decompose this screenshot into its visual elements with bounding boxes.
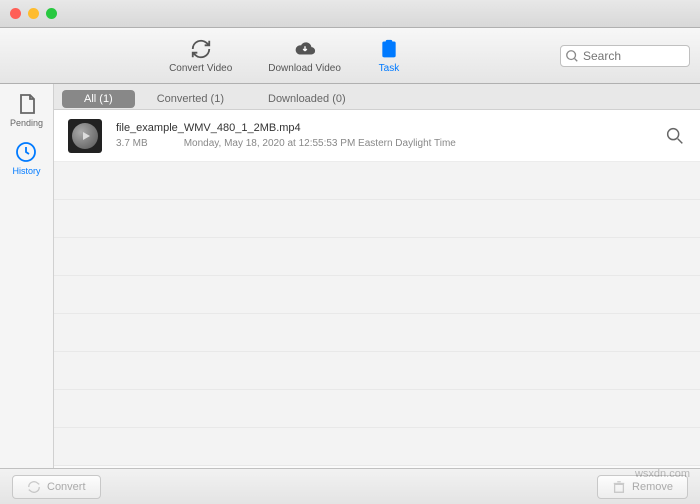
convert-button-label: Convert — [47, 481, 86, 493]
sidebar-history[interactable]: History — [12, 140, 40, 176]
sidebar-history-label: History — [12, 166, 40, 176]
convert-video-label: Convert Video — [169, 63, 232, 74]
document-icon — [15, 92, 39, 116]
file-name: file_example_WMV_480_1_2MB.mp4 — [116, 122, 664, 134]
search-icon — [565, 49, 579, 63]
remove-button-label: Remove — [632, 481, 673, 493]
file-thumbnail — [68, 119, 102, 153]
convert-button[interactable]: Convert — [12, 475, 101, 499]
empty-row — [54, 352, 700, 390]
file-date: Monday, May 18, 2020 at 12:55:53 PM East… — [184, 138, 456, 149]
file-list: file_example_WMV_480_1_2MB.mp4 3.7 MB Mo… — [54, 110, 700, 468]
empty-row — [54, 390, 700, 428]
empty-row — [54, 162, 700, 200]
empty-row — [54, 428, 700, 466]
sidebar: Pending History — [0, 84, 54, 468]
traffic-lights — [10, 8, 57, 19]
tab-converted[interactable]: Converted (1) — [135, 90, 246, 108]
download-cloud-icon — [293, 37, 317, 61]
file-info: file_example_WMV_480_1_2MB.mp4 3.7 MB Mo… — [116, 122, 664, 149]
play-icon — [72, 123, 98, 149]
close-window-button[interactable] — [10, 8, 21, 19]
file-size: 3.7 MB — [116, 138, 148, 149]
search-input[interactable] — [560, 45, 690, 67]
task-icon — [377, 37, 401, 61]
filter-tabs: All (1) Converted (1) Downloaded (0) — [54, 84, 700, 110]
convert-icon — [189, 37, 213, 61]
window-titlebar — [0, 0, 700, 28]
task-label: Task — [379, 63, 400, 74]
reveal-in-finder-icon[interactable] — [664, 125, 686, 147]
bottom-bar: Convert Remove — [0, 468, 700, 504]
task-button[interactable]: Task — [369, 33, 409, 78]
toolbar: Convert Video Download Video Task — [0, 28, 700, 84]
sidebar-pending[interactable]: Pending — [10, 92, 43, 128]
tab-all[interactable]: All (1) — [62, 90, 135, 108]
search-field-wrapper — [560, 45, 690, 67]
tab-downloaded[interactable]: Downloaded (0) — [246, 90, 368, 108]
file-row[interactable]: file_example_WMV_480_1_2MB.mp4 3.7 MB Mo… — [54, 110, 700, 162]
empty-row — [54, 238, 700, 276]
download-video-button[interactable]: Download Video — [260, 33, 349, 78]
convert-video-button[interactable]: Convert Video — [161, 33, 240, 78]
maximize-window-button[interactable] — [46, 8, 57, 19]
content-area: All (1) Converted (1) Downloaded (0) fil… — [54, 84, 700, 468]
history-icon — [14, 140, 38, 164]
empty-row — [54, 276, 700, 314]
remove-button[interactable]: Remove — [597, 475, 688, 499]
download-video-label: Download Video — [268, 63, 341, 74]
minimize-window-button[interactable] — [28, 8, 39, 19]
sidebar-pending-label: Pending — [10, 118, 43, 128]
empty-row — [54, 200, 700, 238]
empty-row — [54, 314, 700, 352]
